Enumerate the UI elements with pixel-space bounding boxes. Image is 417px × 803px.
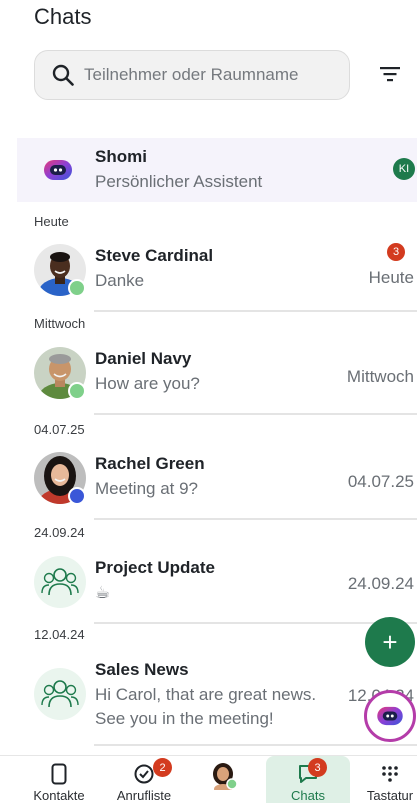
page-title: Chats (34, 4, 92, 29)
chat-row[interactable]: Daniel Navy How are you? Mittwoch (17, 341, 417, 415)
call-history-icon (134, 764, 154, 784)
nav-badge: 3 (308, 758, 327, 777)
section-label: Mittwoch (34, 316, 86, 331)
dialpad-icon (382, 766, 398, 782)
chat-preview: How are you? (95, 374, 200, 393)
ai-badge: KI (393, 158, 415, 180)
nav-anrufliste[interactable]: 2 Anrufliste (104, 756, 184, 803)
chat-name: Project Update (95, 558, 215, 577)
chat-preview: Meeting at 9? (95, 479, 199, 498)
section-label: Heute (34, 214, 69, 229)
assistant-logo-icon (377, 706, 403, 726)
group-icon (41, 680, 79, 708)
phone-icon (51, 763, 67, 785)
nav-chats[interactable]: 3 Chats (266, 756, 350, 803)
search-placeholder: Teilnehmer oder Raumname (84, 65, 299, 84)
presence-indicator (68, 487, 86, 505)
group-avatar (34, 668, 86, 720)
chat-preview-line-2: See you in the meeting! (95, 709, 274, 728)
chat-row[interactable]: Sales News Hi Carol, that are great news… (17, 652, 417, 746)
group-icon (41, 568, 79, 596)
search-icon (52, 64, 74, 86)
chat-preview: ☕ (95, 583, 111, 602)
chat-name: Steve Cardinal (95, 246, 214, 265)
profile-avatar (209, 761, 238, 790)
nav-badge: 2 (153, 758, 172, 777)
chat-row[interactable]: Steve Cardinal Danke 3 Heute (17, 238, 417, 312)
assistant-subtitle: Persönlicher Assistent (95, 172, 263, 191)
section-label: 04.07.25 (34, 422, 85, 437)
nav-tastatur[interactable]: Tastatur (360, 756, 417, 803)
assistant-button[interactable] (364, 690, 416, 742)
chat-time: Heute (368, 268, 414, 287)
chat-row[interactable]: Project Update ☕ 24.09.24 (17, 550, 417, 624)
group-avatar (34, 556, 86, 608)
unread-badge: 3 (387, 243, 405, 261)
divider (94, 413, 417, 415)
search-input[interactable]: Teilnehmer oder Raumname (34, 50, 350, 100)
filter-icon (380, 67, 400, 82)
chat-name: Rachel Green (95, 454, 205, 473)
presence-indicator (68, 382, 86, 400)
chat-name: Daniel Navy (95, 349, 192, 368)
chat-name: Sales News (95, 660, 189, 679)
nav-label: Tastatur (366, 788, 414, 803)
section-label: 24.09.24 (34, 525, 85, 540)
divider (94, 744, 417, 746)
new-chat-button[interactable]: + (365, 617, 415, 667)
divider (94, 518, 417, 520)
nav-profile[interactable] (198, 756, 248, 803)
divider (94, 310, 417, 312)
chat-preview-line-1: Hi Carol, that are great news. (95, 685, 317, 704)
nav-label: Anrufliste (116, 788, 172, 803)
divider (94, 622, 417, 624)
nav-kontakte[interactable]: Kontakte (24, 756, 94, 803)
presence-indicator (68, 279, 86, 297)
section-label: 12.04.24 (34, 627, 85, 642)
chat-time: 04.07.25 (347, 472, 414, 491)
filter-button[interactable] (378, 62, 402, 86)
bottom-navigation: Kontakte 2 Anrufliste 3 Chats Tastatur (0, 755, 417, 803)
nav-label: Chats (291, 788, 325, 803)
chat-time: Mittwoch (346, 367, 414, 386)
chat-row[interactable]: Rachel Green Meeting at 9? 04.07.25 (17, 446, 417, 520)
chat-time: 24.09.24 (347, 574, 414, 593)
chat-preview: Danke (95, 271, 145, 290)
assistant-chat-row[interactable]: Shomi Persönlicher Assistent KI (17, 138, 417, 202)
assistant-logo-icon (44, 160, 72, 180)
nav-label: Kontakte (33, 788, 85, 803)
assistant-name: Shomi (95, 147, 147, 166)
